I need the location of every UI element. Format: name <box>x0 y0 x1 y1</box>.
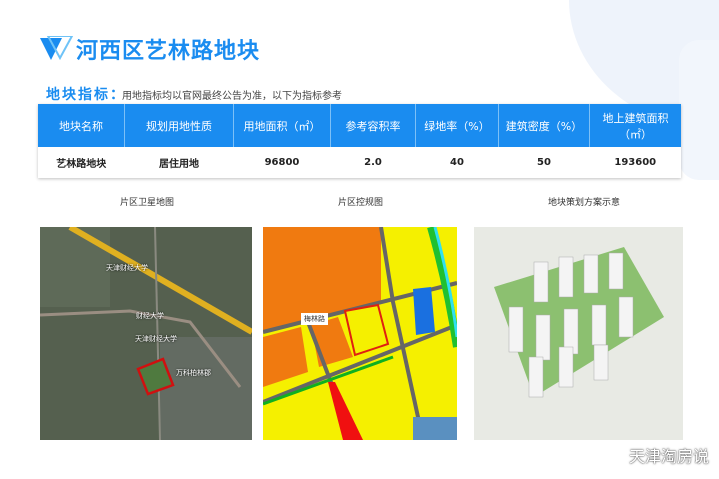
cell-green: 40 <box>415 147 499 178</box>
watermark: 天津淘房说 <box>628 447 709 466</box>
plan-rendering <box>474 227 683 440</box>
caption-zoning: 片区控规图 <box>338 198 384 208</box>
map-label: 财经大学 <box>136 312 164 320</box>
col-header: 地块名称 <box>38 104 125 147</box>
section-label: 地块指标： <box>46 87 126 103</box>
zoning-map: 梅林路 <box>263 227 457 440</box>
caption-plan: 地块策划方案示意 <box>548 198 621 208</box>
map-label: 天津财经大学 <box>135 335 177 343</box>
cell-floor-area: 193600 <box>589 147 681 178</box>
cell-use: 居住用地 <box>124 147 234 178</box>
indicator-table: 地块名称 规划用地性质 用地面积（㎡） 参考容积率 绿地率（%） 建筑密度（%）… <box>38 104 681 178</box>
decorative-shape <box>679 40 719 180</box>
map-label: 天津财经大学 <box>106 264 148 272</box>
col-header: 建筑密度（%） <box>498 104 590 147</box>
zoning-map-graphic <box>263 227 457 440</box>
table-row: 艺林路地块 居住用地 96800 2.0 40 50 193600 <box>38 147 681 178</box>
table-header-row: 地块名称 规划用地性质 用地面积（㎡） 参考容积率 绿地率（%） 建筑密度（%）… <box>38 104 681 147</box>
cell-area: 96800 <box>233 147 331 178</box>
col-header: 规划用地性质 <box>124 104 234 147</box>
col-header: 地上建筑面积（㎡） <box>589 104 681 147</box>
cell-name: 艺林路地块 <box>38 147 125 178</box>
col-header: 用地面积（㎡） <box>233 104 331 147</box>
section-note: 用地指标均以官网最终公告为准，以下为指标参考 <box>122 91 342 102</box>
col-header: 绿地率（%） <box>415 104 499 147</box>
page-title: 河西区艺林路地块 <box>76 39 261 64</box>
satellite-map: 天津财经大学 财经大学 天津财经大学 万科柏林郡 <box>40 227 252 440</box>
cell-far: 2.0 <box>330 147 416 178</box>
map-label: 万科柏林郡 <box>176 369 211 377</box>
plan-rendering-graphic <box>474 227 683 440</box>
col-header: 参考容积率 <box>330 104 416 147</box>
road-label: 梅林路 <box>301 313 328 325</box>
cell-density: 50 <box>498 147 590 178</box>
triangle-logo-icon <box>40 36 74 61</box>
caption-satellite: 片区卫星地图 <box>120 198 175 208</box>
